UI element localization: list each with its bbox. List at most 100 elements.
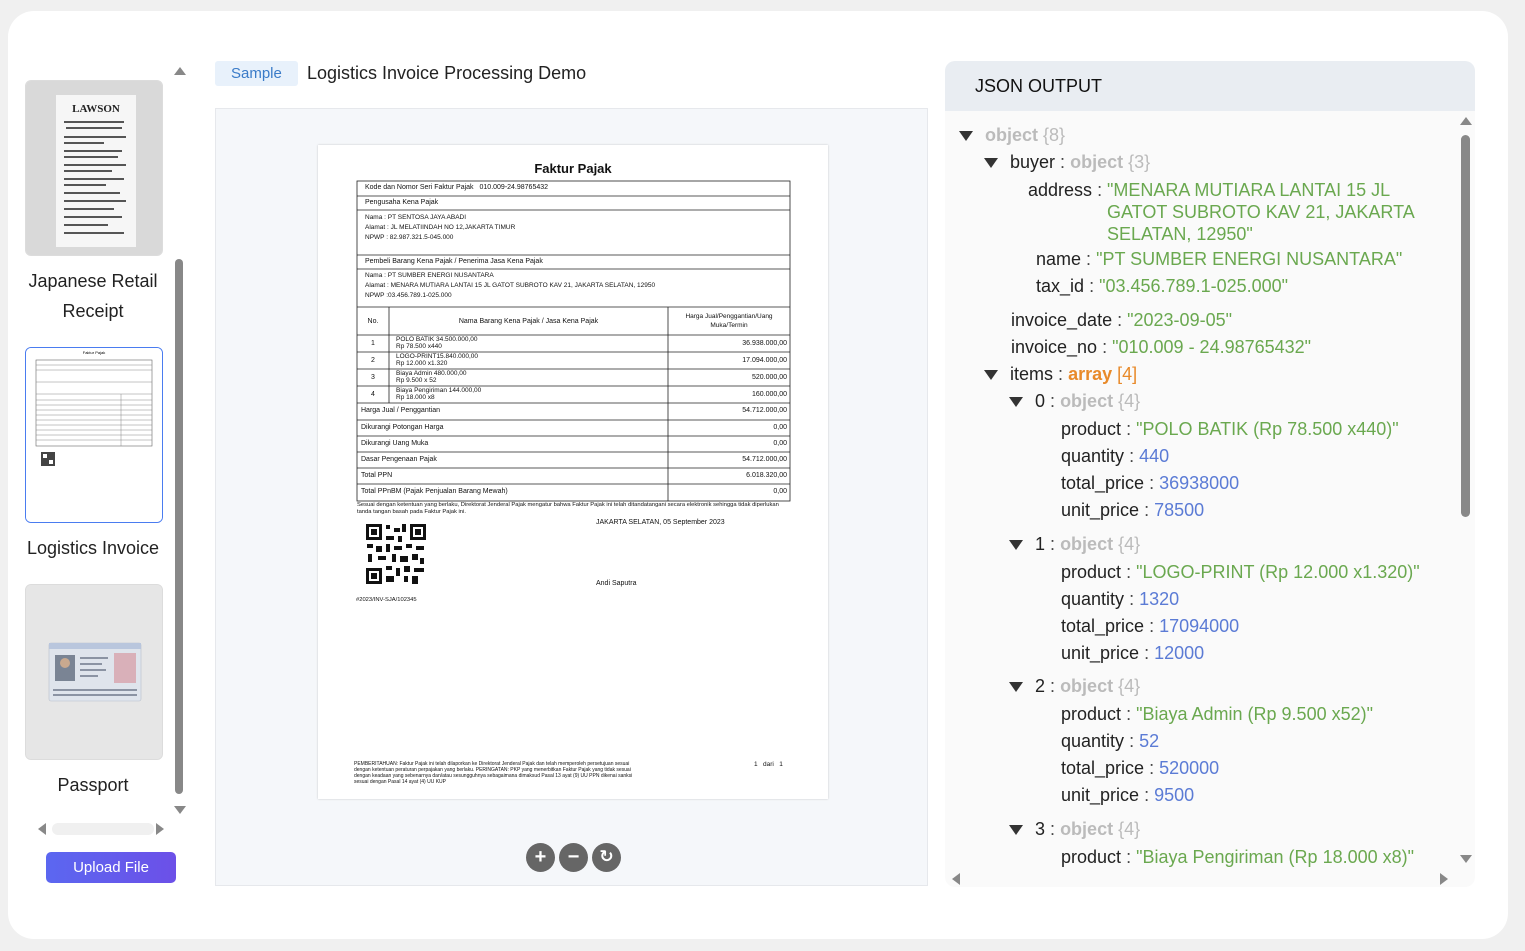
- zoom-controls: + − ↻: [526, 843, 621, 872]
- serial-value: 010.009-24.98765432: [479, 184, 549, 191]
- json-root-row[interactable]: object {8}: [959, 124, 1065, 146]
- zoom-out-button[interactable]: −: [559, 843, 588, 872]
- json-string-line: GATOT SUBROTO KAV 21, JAKARTA: [1107, 202, 1415, 222]
- upload-file-button[interactable]: Upload File: [46, 852, 176, 883]
- scroll-down-icon[interactable]: [1460, 855, 1472, 863]
- thumbnail-passport[interactable]: [25, 584, 163, 760]
- json-value: 78500: [1154, 500, 1205, 520]
- json-colon: :: [1050, 676, 1056, 696]
- json-items-row[interactable]: items : array [4]: [984, 363, 1137, 385]
- buyer-name: Nama : PT SUMBER ENERGI NUSANTARA: [365, 272, 494, 279]
- collapse-triangle-icon[interactable]: [1009, 540, 1023, 551]
- collapse-triangle-icon[interactable]: [984, 158, 998, 169]
- invoice-line-amount: 520.000,00: [751, 374, 787, 381]
- invoice-line-no: 3: [371, 374, 375, 381]
- invoice-line-desc: Biaya Admin 480.000,00 Rp 9.500 x 52: [396, 370, 466, 385]
- sidebar-vertical-scrollbar[interactable]: [170, 64, 188, 820]
- json-index: 2: [1035, 676, 1046, 696]
- scroll-down-icon[interactable]: [174, 806, 186, 814]
- buyer-address: Alamat : MENARA MUTIARA LANTAI 15 JL GAT…: [365, 282, 656, 289]
- collapse-triangle-icon[interactable]: [1009, 682, 1023, 693]
- thumbnail-logistics-invoice[interactable]: Faktur Pajak: [25, 347, 163, 523]
- invoice-total-label: Dikurangi Uang Muka: [361, 440, 429, 447]
- serial-label: Kode dan Nomor Seri Faktur Pajak: [365, 184, 474, 191]
- scroll-left-icon[interactable]: [952, 873, 960, 885]
- scroll-up-icon[interactable]: [1460, 117, 1472, 125]
- json-colon: :: [1117, 310, 1123, 330]
- collapse-triangle-icon[interactable]: [984, 370, 998, 381]
- json-colon: :: [1126, 704, 1132, 724]
- scroll-up-icon[interactable]: [174, 67, 186, 75]
- sidebar-hscroll-track: [52, 823, 154, 835]
- invoice-thumb-title: Faktur Pajak: [82, 350, 106, 355]
- invoice-line-no: 1: [371, 340, 375, 347]
- json-colon: :: [1144, 785, 1150, 805]
- json-output-panel: JSON OUTPUT object {8} buyer : object {3…: [945, 61, 1475, 887]
- json-tree[interactable]: object {8} buyer : object {3} address : …: [945, 119, 1453, 871]
- scroll-left-icon[interactable]: [38, 823, 46, 835]
- json-vertical-scrollbar[interactable]: [1458, 115, 1474, 867]
- json-count: {4}: [1118, 819, 1141, 839]
- json-key: product: [1061, 419, 1122, 439]
- json-string-line: "MENARA MUTIARA LANTAI 15 JL: [1107, 180, 1391, 200]
- invoice-total-label: Total PPnBM (Pajak Penjualan Barang Mewa…: [361, 488, 508, 495]
- json-type: object: [1060, 819, 1114, 839]
- json-item-field: unit_price : 78500: [1061, 499, 1204, 521]
- invoice-line-amount: 17.094.000,00: [742, 357, 787, 364]
- invoice-total-label: Dasar Pengenaan Pajak: [361, 456, 437, 463]
- reset-zoom-button[interactable]: ↻: [592, 843, 621, 872]
- collapse-triangle-icon[interactable]: [1009, 825, 1023, 836]
- zoom-in-button[interactable]: +: [526, 843, 555, 872]
- invoice-place-date: JAKARTA SELATAN, 05 September 2023: [596, 519, 725, 526]
- json-value: 52: [1139, 731, 1160, 751]
- collapse-triangle-icon[interactable]: [959, 131, 973, 142]
- json-string: "03.456.789.1-025.000": [1099, 276, 1289, 296]
- json-index: 0: [1035, 391, 1046, 411]
- invoice-line-amount: 36.938.000,00: [742, 340, 787, 347]
- json-key: total_price: [1061, 616, 1145, 636]
- json-output-header: JSON OUTPUT: [945, 61, 1475, 111]
- json-item-header[interactable]: 3 : object {4}: [1009, 818, 1140, 840]
- invoice-total-value: 0,00: [773, 424, 787, 431]
- json-item-field: quantity : 1320: [1061, 588, 1179, 610]
- thumbnail-japanese-retail-receipt[interactable]: LAWSON: [25, 80, 163, 256]
- json-item-header[interactable]: 0 : object {4}: [1009, 390, 1140, 412]
- seller-section-title: Pengusaha Kena Pajak: [365, 199, 439, 206]
- json-colon: :: [1050, 391, 1056, 411]
- json-colon: :: [1050, 534, 1056, 554]
- json-value: "Biaya Admin (Rp 9.500 x52)": [1136, 704, 1373, 724]
- json-buyer-row[interactable]: buyer : object {3}: [984, 151, 1150, 173]
- collapse-triangle-icon[interactable]: [1009, 397, 1023, 408]
- json-address-row: address :: [1028, 179, 1102, 201]
- invoice-page-info: 1 dari 1: [754, 761, 783, 768]
- receipt-thumb-brand: LAWSON: [72, 103, 120, 115]
- json-colon: :: [1149, 758, 1155, 778]
- invoice-notice: Sesuai dengan ketentuan yang berlaku, Di…: [357, 502, 779, 515]
- json-key: unit_price: [1061, 643, 1140, 663]
- seller-details: Nama : PT SENTOSA JAYA ABADI Alamat : JL…: [365, 213, 515, 243]
- json-colon: :: [1058, 364, 1064, 384]
- json-item-header[interactable]: 2 : object {4}: [1009, 675, 1140, 697]
- invoice-line-amount: 160.000,00: [751, 391, 787, 398]
- json-invoice-no-row: invoice_no : "010.009 - 24.98765432": [1011, 336, 1311, 358]
- json-horizontal-scrollbar[interactable]: [950, 871, 1450, 887]
- sidebar-scroll-thumb[interactable]: [175, 259, 183, 794]
- json-count: [4]: [1117, 364, 1138, 384]
- sidebar-horizontal-scrollbar[interactable]: [34, 822, 172, 836]
- invoice-line-desc2: Rp 9.500 x 52: [396, 377, 437, 384]
- json-type: object: [1070, 152, 1124, 172]
- json-scroll-thumb[interactable]: [1461, 135, 1470, 517]
- json-item-field: unit_price : 9500: [1061, 784, 1194, 806]
- json-key: product: [1061, 847, 1122, 867]
- thumbnail-label-logistics-invoice: Logistics Invoice: [26, 538, 160, 558]
- invoice-total-label: Dikurangi Potongan Harga: [361, 424, 444, 431]
- json-colon: :: [1102, 337, 1108, 357]
- json-item-field: quantity : 52: [1061, 730, 1159, 752]
- json-item-header[interactable]: 1 : object {4}: [1009, 533, 1140, 555]
- json-key: product: [1061, 562, 1122, 582]
- json-value: 36938000: [1159, 473, 1240, 493]
- scroll-right-icon[interactable]: [1440, 873, 1448, 885]
- document-viewer[interactable]: Faktur Pajak Kode dan Nomor Seri Faktur …: [215, 108, 928, 886]
- scroll-right-icon[interactable]: [156, 823, 164, 835]
- seller-npwp: NPWP : 82.987.321.5-045.000: [365, 234, 454, 241]
